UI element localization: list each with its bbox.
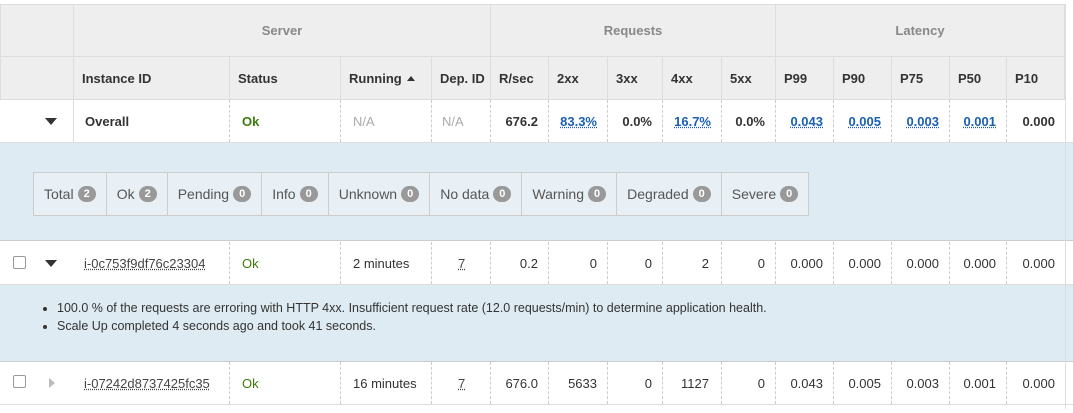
filter-no-data[interactable]: No data 0 — [430, 173, 523, 215]
group-header-latency: Latency — [775, 4, 1065, 57]
instance-p90: 0.005 — [833, 362, 891, 404]
column-header-p10[interactable]: P10 — [1006, 57, 1065, 100]
overall-2xx-link[interactable]: 83.3% — [560, 114, 597, 129]
instance-5xx: 0 — [721, 362, 775, 404]
instance-details-panel: 100.0 % of the requests are erroring wit… — [0, 285, 1073, 362]
column-header-p90[interactable]: P90 — [833, 57, 892, 100]
overall-p50-link[interactable]: 0.001 — [963, 114, 996, 129]
instance-rsec: 676.0 — [490, 362, 548, 404]
column-header-rsec[interactable]: R/sec — [490, 57, 549, 100]
overall-5xx: 0.0% — [721, 100, 775, 142]
instance-p99: 0.000 — [775, 242, 833, 284]
column-header-status[interactable]: Status — [229, 57, 341, 100]
column-header-p75[interactable]: P75 — [891, 57, 950, 100]
filter-pending[interactable]: Pending 0 — [168, 173, 263, 215]
instance-4xx: 1127 — [662, 362, 721, 404]
group-header-server: Server — [73, 4, 491, 57]
health-message: 100.0 % of the requests are erroring wit… — [57, 301, 767, 315]
overall-toggle[interactable] — [0, 100, 73, 142]
deployment-id-link[interactable]: 7 — [458, 376, 465, 391]
instance-status: Ok — [229, 242, 340, 284]
filter-info[interactable]: Info 0 — [262, 173, 329, 215]
instance-p99: 0.043 — [775, 362, 833, 404]
count-badge: 2 — [77, 186, 96, 202]
health-messages: 100.0 % of the requests are erroring wit… — [0, 301, 767, 337]
overall-p75-link[interactable]: 0.003 — [906, 114, 939, 129]
overall-name: Overall — [73, 100, 229, 142]
health-message: Scale Up completed 4 seconds ago and too… — [57, 319, 767, 333]
row-checkbox[interactable] — [13, 375, 26, 388]
filter-warning[interactable]: Warning 0 — [522, 173, 618, 215]
count-badge: 0 — [233, 186, 252, 202]
column-header-blank — [0, 57, 74, 100]
overall-rsec: 676.2 — [490, 100, 548, 142]
filter-severe[interactable]: Severe 0 — [722, 173, 808, 215]
overall-p10: 0.000 — [1006, 100, 1065, 142]
instance-2xx: 0 — [548, 242, 607, 284]
count-badge: 0 — [401, 186, 420, 202]
table-right-border — [1065, 4, 1066, 409]
column-header-3xx[interactable]: 3xx — [607, 57, 663, 100]
overall-row: Overall Ok N/A N/A 676.2 83.3% 0.0% 16.7… — [0, 100, 1073, 143]
instance-running: 16 minutes — [340, 362, 431, 404]
instance-p75: 0.000 — [891, 242, 949, 284]
overall-status: Ok — [229, 100, 340, 142]
column-header-instance-id[interactable]: Instance ID — [73, 57, 230, 100]
instance-2xx: 5633 — [548, 362, 607, 404]
filter-unknown[interactable]: Unknown 0 — [329, 173, 431, 215]
group-header-requests: Requests — [490, 4, 776, 57]
sort-ascending-icon — [406, 75, 415, 81]
filter-ok[interactable]: Ok 2 — [107, 173, 168, 215]
count-badge: 0 — [493, 186, 512, 202]
column-header-p50[interactable]: P50 — [949, 57, 1007, 100]
count-badge: 0 — [692, 186, 711, 202]
caret-right-icon[interactable] — [49, 378, 55, 388]
caret-down-icon — [45, 118, 57, 125]
instance-running: 2 minutes — [340, 242, 431, 284]
count-badge: 0 — [780, 186, 799, 202]
instance-p50: 0.001 — [949, 362, 1006, 404]
column-header-4xx[interactable]: 4xx — [662, 57, 722, 100]
filter-total[interactable]: Total 2 — [34, 173, 107, 215]
instance-p50: 0.000 — [949, 242, 1006, 284]
overall-p99-link[interactable]: 0.043 — [790, 114, 823, 129]
column-header-dep-id[interactable]: Dep. ID — [431, 57, 491, 100]
instance-id-link[interactable]: i-07242d8737425fc35 — [84, 376, 210, 391]
row-checkbox[interactable] — [13, 256, 26, 269]
deployment-id-link[interactable]: 7 — [458, 256, 465, 271]
filter-degraded[interactable]: Degraded 0 — [617, 173, 722, 215]
instance-rsec: 0.2 — [490, 242, 548, 284]
count-badge: 0 — [588, 186, 607, 202]
column-header-5xx[interactable]: 5xx — [721, 57, 776, 100]
instance-p10: 0.000 — [1006, 242, 1065, 284]
instance-4xx: 2 — [662, 242, 721, 284]
table-row: i-07242d8737425fc35 Ok 16 minutes 7 676.… — [0, 362, 1073, 405]
instance-id-link[interactable]: i-0c753f9df76c23304 — [84, 256, 205, 271]
status-filter-panel: Total 2 Ok 2 Pending 0 Info 0 Unknown 0 No da… — [0, 143, 1073, 241]
instance-5xx: 0 — [721, 242, 775, 284]
instance-3xx: 0 — [607, 242, 662, 284]
column-header-2xx[interactable]: 2xx — [548, 57, 608, 100]
overall-4xx-link[interactable]: 16.7% — [674, 114, 711, 129]
instance-p10: 0.000 — [1006, 362, 1065, 404]
overall-dep-id: N/A — [431, 100, 490, 142]
instance-3xx: 0 — [607, 362, 662, 404]
overall-3xx: 0.0% — [607, 100, 662, 142]
count-badge: 2 — [138, 186, 157, 202]
table-row: i-0c753f9df76c23304 Ok 2 minutes 7 0.2 0… — [0, 242, 1073, 285]
instance-p75: 0.003 — [891, 362, 949, 404]
instance-p90: 0.000 — [833, 242, 891, 284]
overall-running: N/A — [340, 100, 431, 142]
count-badge: 0 — [299, 186, 318, 202]
status-filter-bar: Total 2 Ok 2 Pending 0 Info 0 Unknown 0 No da… — [33, 172, 810, 216]
overall-p90-link[interactable]: 0.005 — [848, 114, 881, 129]
group-header-blank — [0, 4, 74, 57]
column-header-p99[interactable]: P99 — [775, 57, 834, 100]
instance-status: Ok — [229, 362, 340, 404]
column-header-running[interactable]: Running — [340, 57, 432, 100]
caret-down-icon[interactable] — [45, 260, 57, 267]
